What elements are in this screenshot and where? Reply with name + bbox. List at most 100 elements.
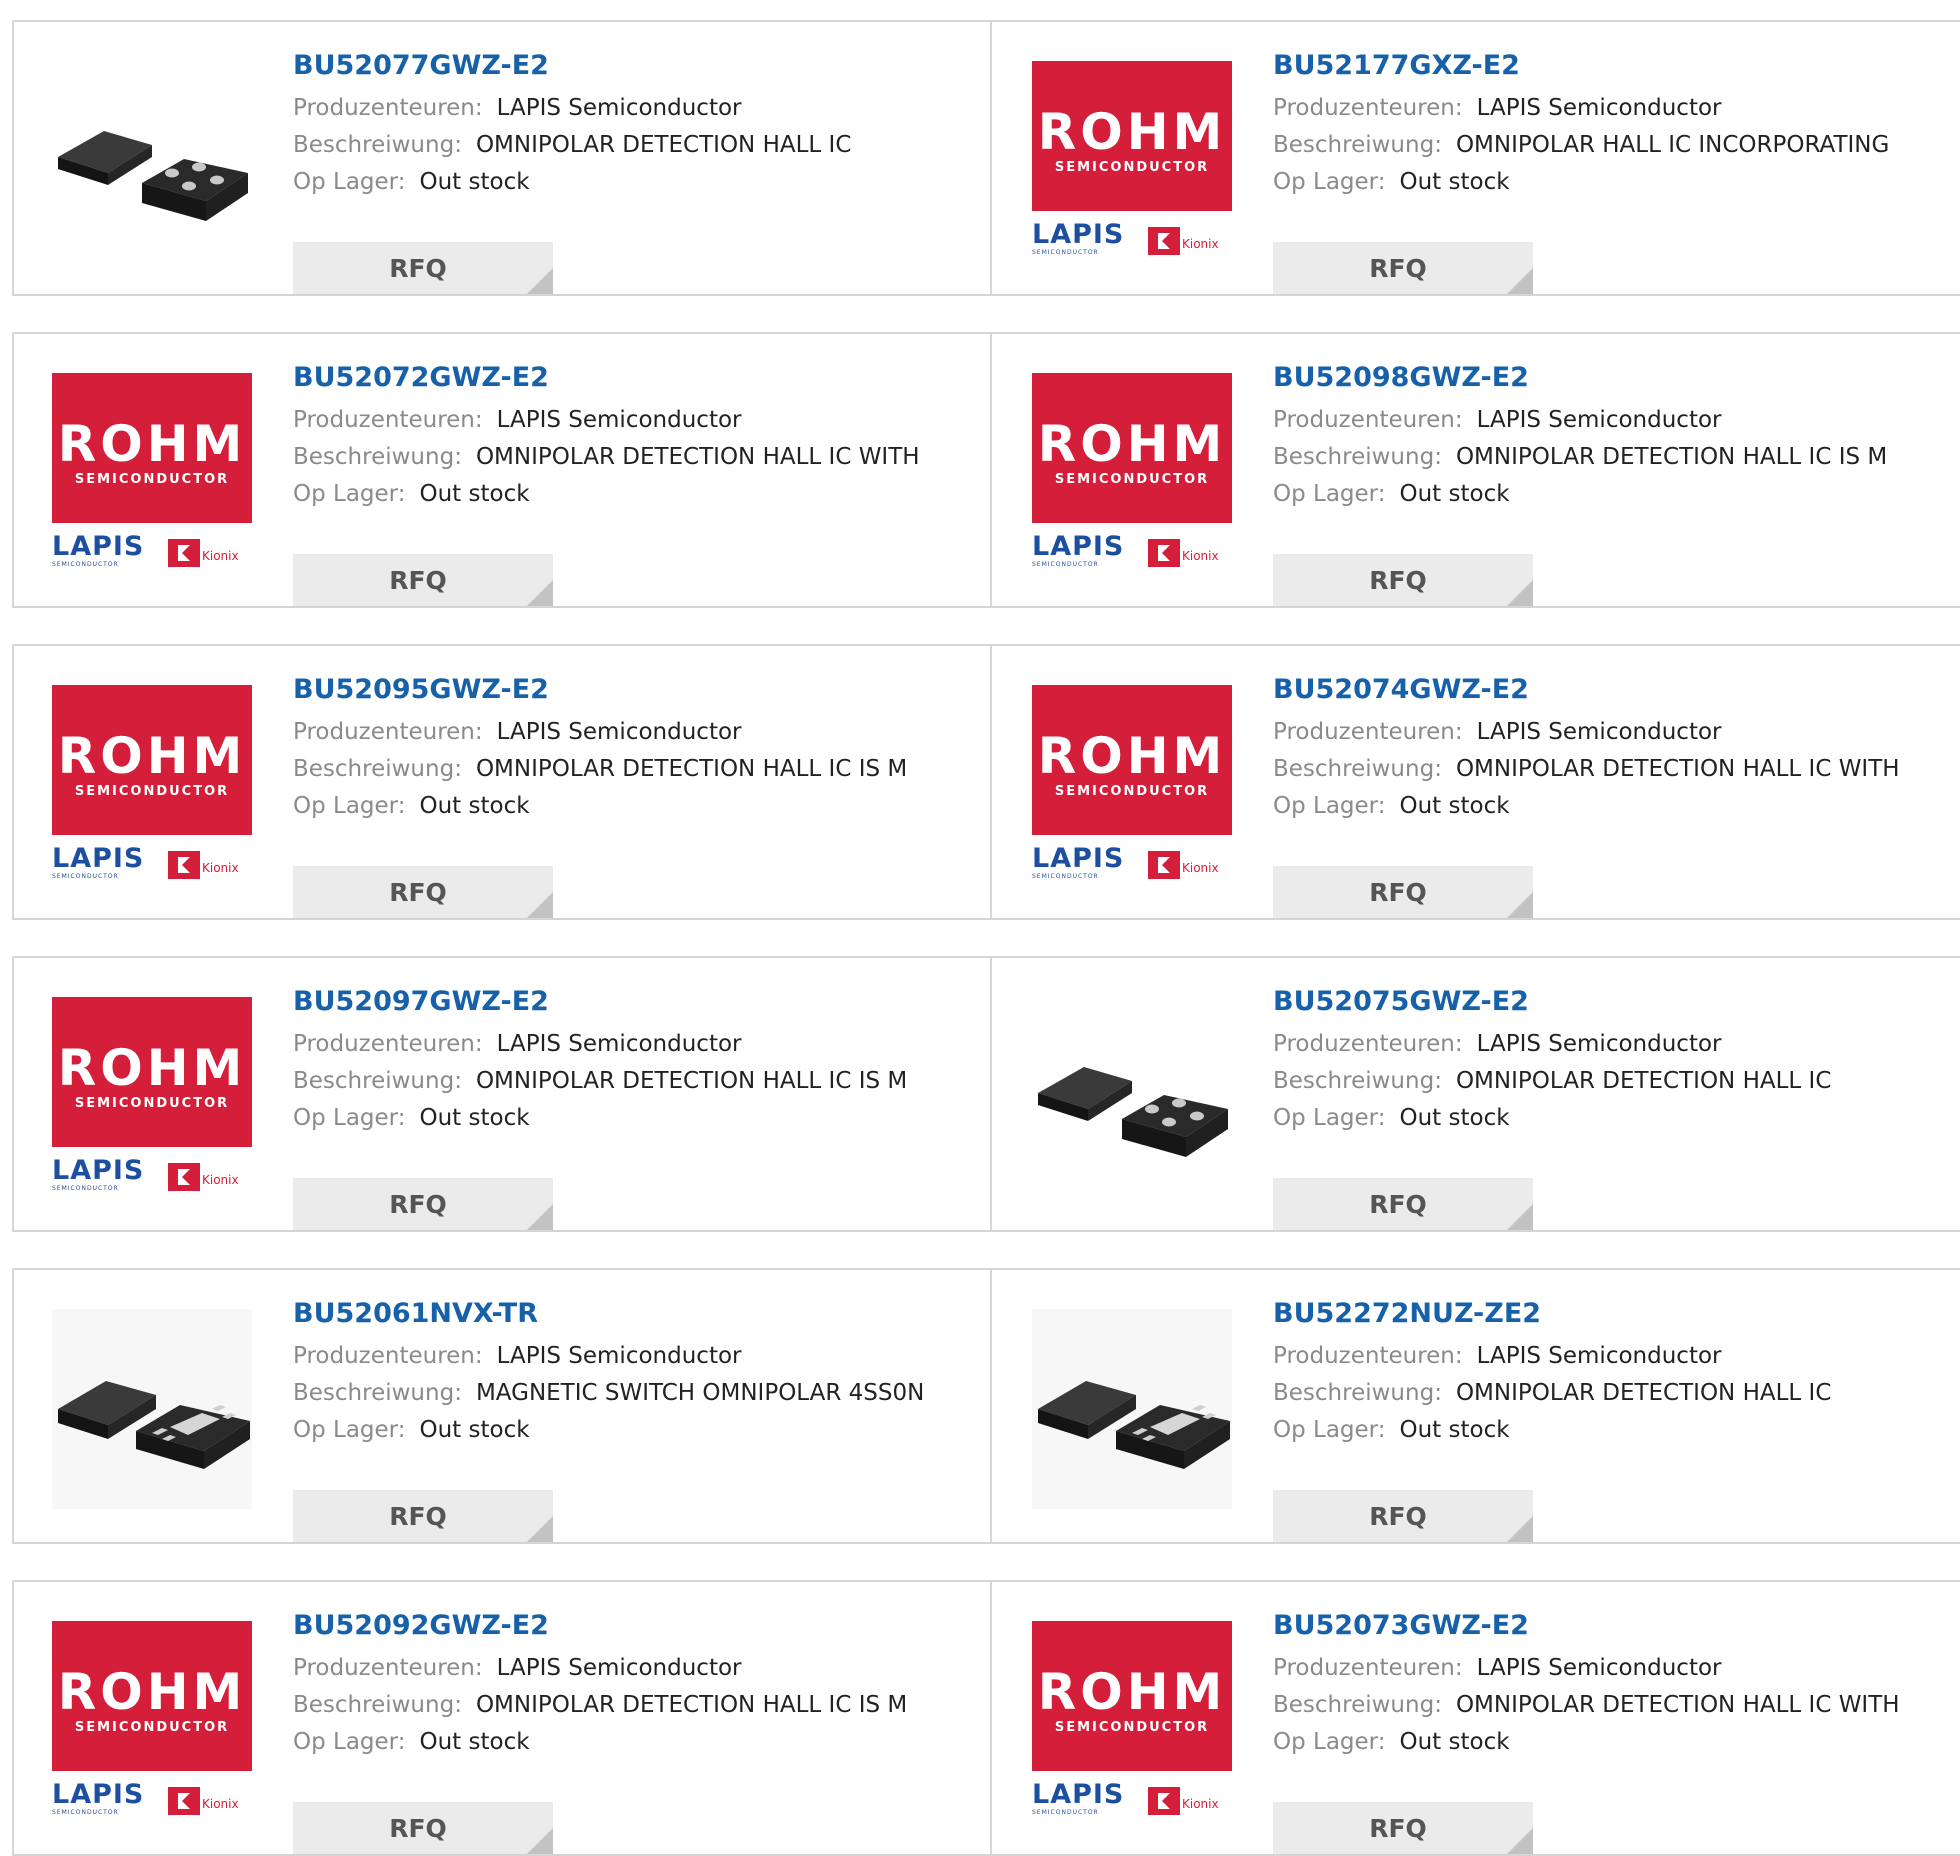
- button-corner-decoration: [1507, 1204, 1533, 1230]
- stock-value: Out stock: [1399, 481, 1510, 507]
- product-image[interactable]: ROHM SEMICONDUCTOR LAPIS SEMICONDUCTOR K…: [52, 1621, 252, 1821]
- rfq-label: RFQ: [1369, 1813, 1427, 1843]
- part-number-link[interactable]: BU52272NUZ-ZE2: [1273, 1298, 1933, 1330]
- stock-line: Op Lager: Out stock: [1273, 1104, 1933, 1132]
- button-corner-decoration: [527, 268, 553, 294]
- product-image[interactable]: ROHM SEMICONDUCTOR LAPIS SEMICONDUCTOR K…: [1032, 685, 1232, 885]
- rfq-button[interactable]: RFQ: [293, 242, 553, 294]
- manufacturer-line: Produzenteuren: LAPIS Semiconductor: [1273, 94, 1933, 122]
- product-info: BU52075GWZ-E2 Produzenteuren: LAPIS Semic…: [1273, 986, 1933, 1230]
- product-image[interactable]: ROHM SEMICONDUCTOR LAPIS SEMICONDUCTOR K…: [1032, 61, 1232, 261]
- rfq-button[interactable]: RFQ: [1273, 1490, 1533, 1542]
- description-line: Beschreiwung: OMNIPOLAR DETECTION HALL IC…: [1273, 1691, 1933, 1719]
- rfq-button[interactable]: RFQ: [1273, 1178, 1533, 1230]
- rohm-logo: ROHM SEMICONDUCTOR: [52, 1621, 252, 1771]
- rfq-label: RFQ: [1369, 1189, 1427, 1219]
- description-value: OMNIPOLAR DETECTION HALL IC: [475, 132, 852, 158]
- rfq-button[interactable]: RFQ: [293, 554, 553, 606]
- product-card: BU52272NUZ-ZE2 Produzenteuren: LAPIS Semi…: [992, 1270, 1960, 1542]
- rfq-button[interactable]: RFQ: [293, 1802, 553, 1854]
- rfq-button[interactable]: RFQ: [1273, 1802, 1533, 1854]
- product-card: BU52061NVX-TR Produzenteuren: LAPIS Semic…: [14, 1270, 992, 1542]
- product-info: BU52092GWZ-E2 Produzenteuren: LAPIS Semic…: [293, 1610, 953, 1854]
- part-number-link[interactable]: BU52061NVX-TR: [293, 1298, 953, 1330]
- button-corner-decoration: [1507, 580, 1533, 606]
- part-number-link[interactable]: BU52097GWZ-E2: [293, 986, 953, 1018]
- rfq-label: RFQ: [389, 253, 447, 283]
- kionix-icon: [168, 851, 200, 879]
- description-value: OMNIPOLAR DETECTION HALL IC IS M: [1455, 444, 1888, 470]
- stock-label: Op Lager:: [293, 1105, 406, 1131]
- part-number-link[interactable]: BU52095GWZ-E2: [293, 674, 953, 706]
- stock-value: Out stock: [1399, 1417, 1510, 1443]
- kionix-icon: [1148, 1787, 1180, 1815]
- manufacturer-value: LAPIS Semiconductor: [1476, 1343, 1722, 1369]
- stock-label: Op Lager:: [1273, 481, 1386, 507]
- product-image[interactable]: [1032, 1309, 1232, 1509]
- stock-label: Op Lager:: [293, 1729, 406, 1755]
- product-image[interactable]: [1032, 997, 1232, 1197]
- stock-value: Out stock: [419, 169, 530, 195]
- rohm-logo: ROHM SEMICONDUCTOR: [52, 997, 252, 1147]
- rfq-button[interactable]: RFQ: [293, 866, 553, 918]
- description-line: Beschreiwung: OMNIPOLAR HALL IC INCORPORA…: [1273, 131, 1933, 159]
- description-label: Beschreiwung:: [1273, 1380, 1442, 1406]
- description-label: Beschreiwung:: [293, 1692, 462, 1718]
- rohm-logo: ROHM SEMICONDUCTOR: [1032, 1621, 1232, 1771]
- product-image[interactable]: ROHM SEMICONDUCTOR LAPIS SEMICONDUCTOR K…: [1032, 373, 1232, 573]
- lapis-kionix-logo: LAPIS SEMICONDUCTOR Kionix: [52, 843, 239, 881]
- rfq-button[interactable]: RFQ: [293, 1178, 553, 1230]
- rfq-label: RFQ: [389, 1189, 447, 1219]
- rfq-button[interactable]: RFQ: [293, 1490, 553, 1542]
- stock-label: Op Lager:: [1273, 1105, 1386, 1131]
- part-number-link[interactable]: BU52075GWZ-E2: [1273, 986, 1933, 1018]
- manufacturer-label: Produzenteuren:: [293, 1655, 483, 1681]
- stock-value: Out stock: [1399, 1729, 1510, 1755]
- description-value: OMNIPOLAR DETECTION HALL IC WITH: [1455, 756, 1900, 782]
- manufacturer-line: Produzenteuren: LAPIS Semiconductor: [293, 1030, 953, 1058]
- part-number-link[interactable]: BU52074GWZ-E2: [1273, 674, 1933, 706]
- button-corner-decoration: [527, 1828, 553, 1854]
- manufacturer-label: Produzenteuren:: [293, 95, 483, 121]
- description-value: OMNIPOLAR DETECTION HALL IC IS M: [475, 756, 908, 782]
- product-image[interactable]: ROHM SEMICONDUCTOR LAPIS SEMICONDUCTOR K…: [52, 685, 252, 885]
- rfq-button[interactable]: RFQ: [1273, 242, 1533, 294]
- manufacturer-line: Produzenteuren: LAPIS Semiconductor: [1273, 718, 1933, 746]
- product-image[interactable]: [52, 61, 252, 261]
- description-label: Beschreiwung:: [293, 132, 462, 158]
- rfq-button[interactable]: RFQ: [1273, 866, 1533, 918]
- stock-value: Out stock: [419, 1729, 530, 1755]
- part-number-link[interactable]: BU52177GXZ-E2: [1273, 50, 1933, 82]
- part-number-link[interactable]: BU52098GWZ-E2: [1273, 362, 1933, 394]
- product-info: BU52098GWZ-E2 Produzenteuren: LAPIS Semic…: [1273, 362, 1933, 606]
- description-label: Beschreiwung:: [1273, 756, 1442, 782]
- manufacturer-value: LAPIS Semiconductor: [1476, 1655, 1722, 1681]
- product-info: BU52272NUZ-ZE2 Produzenteuren: LAPIS Semi…: [1273, 1298, 1933, 1542]
- rfq-button[interactable]: RFQ: [1273, 554, 1533, 606]
- lapis-kionix-logo: LAPIS SEMICONDUCTOR Kionix: [1032, 1779, 1219, 1817]
- manufacturer-line: Produzenteuren: LAPIS Semiconductor: [293, 1342, 953, 1370]
- part-number-link[interactable]: BU52073GWZ-E2: [1273, 1610, 1933, 1642]
- product-card: ROHM SEMICONDUCTOR LAPIS SEMICONDUCTOR K…: [992, 22, 1960, 294]
- product-image[interactable]: [52, 1309, 252, 1509]
- description-value: MAGNETIC SWITCH OMNIPOLAR 4SS0N: [475, 1380, 925, 1406]
- description-value: OMNIPOLAR HALL IC INCORPORATING: [1455, 132, 1890, 158]
- description-label: Beschreiwung:: [293, 1380, 462, 1406]
- description-label: Beschreiwung:: [1273, 1692, 1442, 1718]
- manufacturer-label: Produzenteuren:: [1273, 719, 1463, 745]
- product-image[interactable]: ROHM SEMICONDUCTOR LAPIS SEMICONDUCTOR K…: [1032, 1621, 1232, 1821]
- rfq-label: RFQ: [1369, 253, 1427, 283]
- stock-value: Out stock: [419, 1417, 530, 1443]
- part-number-link[interactable]: BU52072GWZ-E2: [293, 362, 953, 394]
- stock-line: Op Lager: Out stock: [293, 1104, 953, 1132]
- product-image[interactable]: ROHM SEMICONDUCTOR LAPIS SEMICONDUCTOR K…: [52, 373, 252, 573]
- part-number-link[interactable]: BU52077GWZ-E2: [293, 50, 953, 82]
- stock-line: Op Lager: Out stock: [1273, 1416, 1933, 1444]
- product-image[interactable]: ROHM SEMICONDUCTOR LAPIS SEMICONDUCTOR K…: [52, 997, 252, 1197]
- stock-value: Out stock: [419, 481, 530, 507]
- manufacturer-line: Produzenteuren: LAPIS Semiconductor: [1273, 1030, 1933, 1058]
- lapis-kionix-logo: LAPIS SEMICONDUCTOR Kionix: [1032, 219, 1219, 257]
- part-number-link[interactable]: BU52092GWZ-E2: [293, 1610, 953, 1642]
- product-card: ROHM SEMICONDUCTOR LAPIS SEMICONDUCTOR K…: [992, 646, 1960, 918]
- description-label: Beschreiwung:: [1273, 1068, 1442, 1094]
